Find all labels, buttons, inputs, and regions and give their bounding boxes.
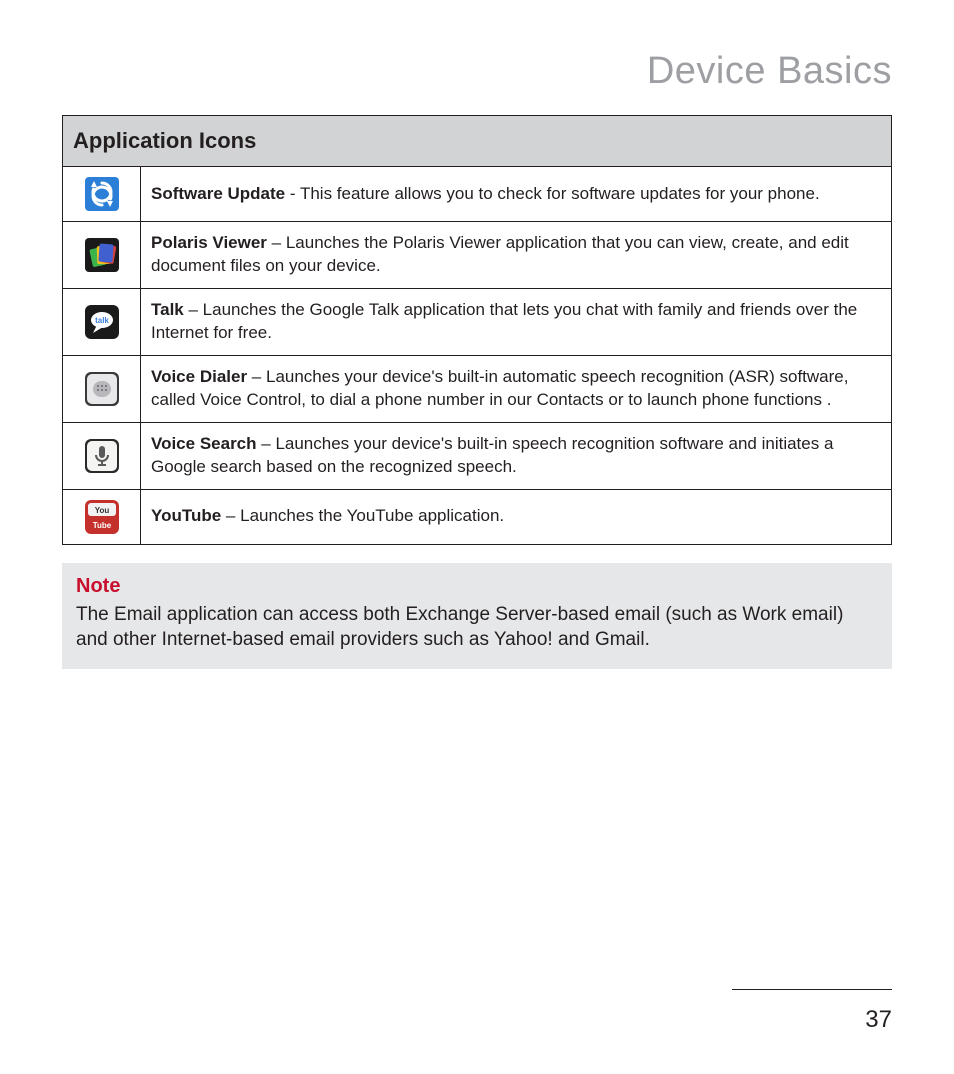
row-name: Software Update xyxy=(151,184,285,203)
row-name: YouTube xyxy=(151,506,221,525)
note-body: The Email application can access both Ex… xyxy=(76,602,878,653)
row-sep: – xyxy=(221,506,240,525)
table-row: talk Talk – Launches the Google Talk app… xyxy=(63,288,892,355)
voice-search-icon xyxy=(85,439,119,473)
table-row: Voice Search – Launches your device's bu… xyxy=(63,422,892,489)
table-row: You Tube YouTube – Launches the YouTube … xyxy=(63,489,892,544)
row-sep: - xyxy=(285,184,300,203)
row-desc: This feature allows you to check for sof… xyxy=(300,184,820,203)
svg-text:You: You xyxy=(94,506,109,515)
icon-cell xyxy=(63,422,141,489)
youtube-icon: You Tube xyxy=(85,500,119,534)
note-title: Note xyxy=(76,575,878,598)
row-name: Voice Dialer xyxy=(151,367,247,386)
row-sep: – xyxy=(247,367,266,386)
svg-text:Tube: Tube xyxy=(92,521,111,530)
row-sep: – xyxy=(267,233,286,252)
page: Device Basics Application Icons xyxy=(0,0,954,1074)
page-number: 37 xyxy=(865,1006,892,1034)
voice-dialer-icon xyxy=(85,372,119,406)
page-title: Device Basics xyxy=(62,50,892,93)
description-cell: Polaris Viewer – Launches the Polaris Vi… xyxy=(141,222,892,289)
table-row: Software Update - This feature allows yo… xyxy=(63,167,892,222)
software-update-icon xyxy=(85,177,119,211)
icon-cell: You Tube xyxy=(63,489,141,544)
talk-icon: talk xyxy=(85,305,119,339)
note-box: Note The Email application can access bo… xyxy=(62,563,892,669)
description-cell: Talk – Launches the Google Talk applicat… xyxy=(141,288,892,355)
row-sep: – xyxy=(257,434,276,453)
description-cell: Voice Dialer – Launches your device's bu… xyxy=(141,355,892,422)
page-rule xyxy=(732,989,892,990)
svg-text:talk: talk xyxy=(95,316,109,325)
description-cell: Software Update - This feature allows yo… xyxy=(141,167,892,222)
application-icons-table: Application Icons xyxy=(62,115,892,545)
table-header: Application Icons xyxy=(63,116,892,167)
row-desc: Launches the Google Talk application tha… xyxy=(151,300,857,342)
icon-cell xyxy=(63,167,141,222)
icon-cell xyxy=(63,222,141,289)
row-name: Talk xyxy=(151,300,184,319)
table-row: Polaris Viewer – Launches the Polaris Vi… xyxy=(63,222,892,289)
polaris-viewer-icon xyxy=(85,238,119,272)
icon-cell: talk xyxy=(63,288,141,355)
table-row: Voice Dialer – Launches your device's bu… xyxy=(63,355,892,422)
row-sep: – xyxy=(184,300,203,319)
description-cell: YouTube – Launches the YouTube applicati… xyxy=(141,489,892,544)
icon-cell xyxy=(63,355,141,422)
description-cell: Voice Search – Launches your device's bu… xyxy=(141,422,892,489)
row-name: Polaris Viewer xyxy=(151,233,267,252)
row-desc: Launches the YouTube application. xyxy=(240,506,504,525)
row-name: Voice Search xyxy=(151,434,257,453)
